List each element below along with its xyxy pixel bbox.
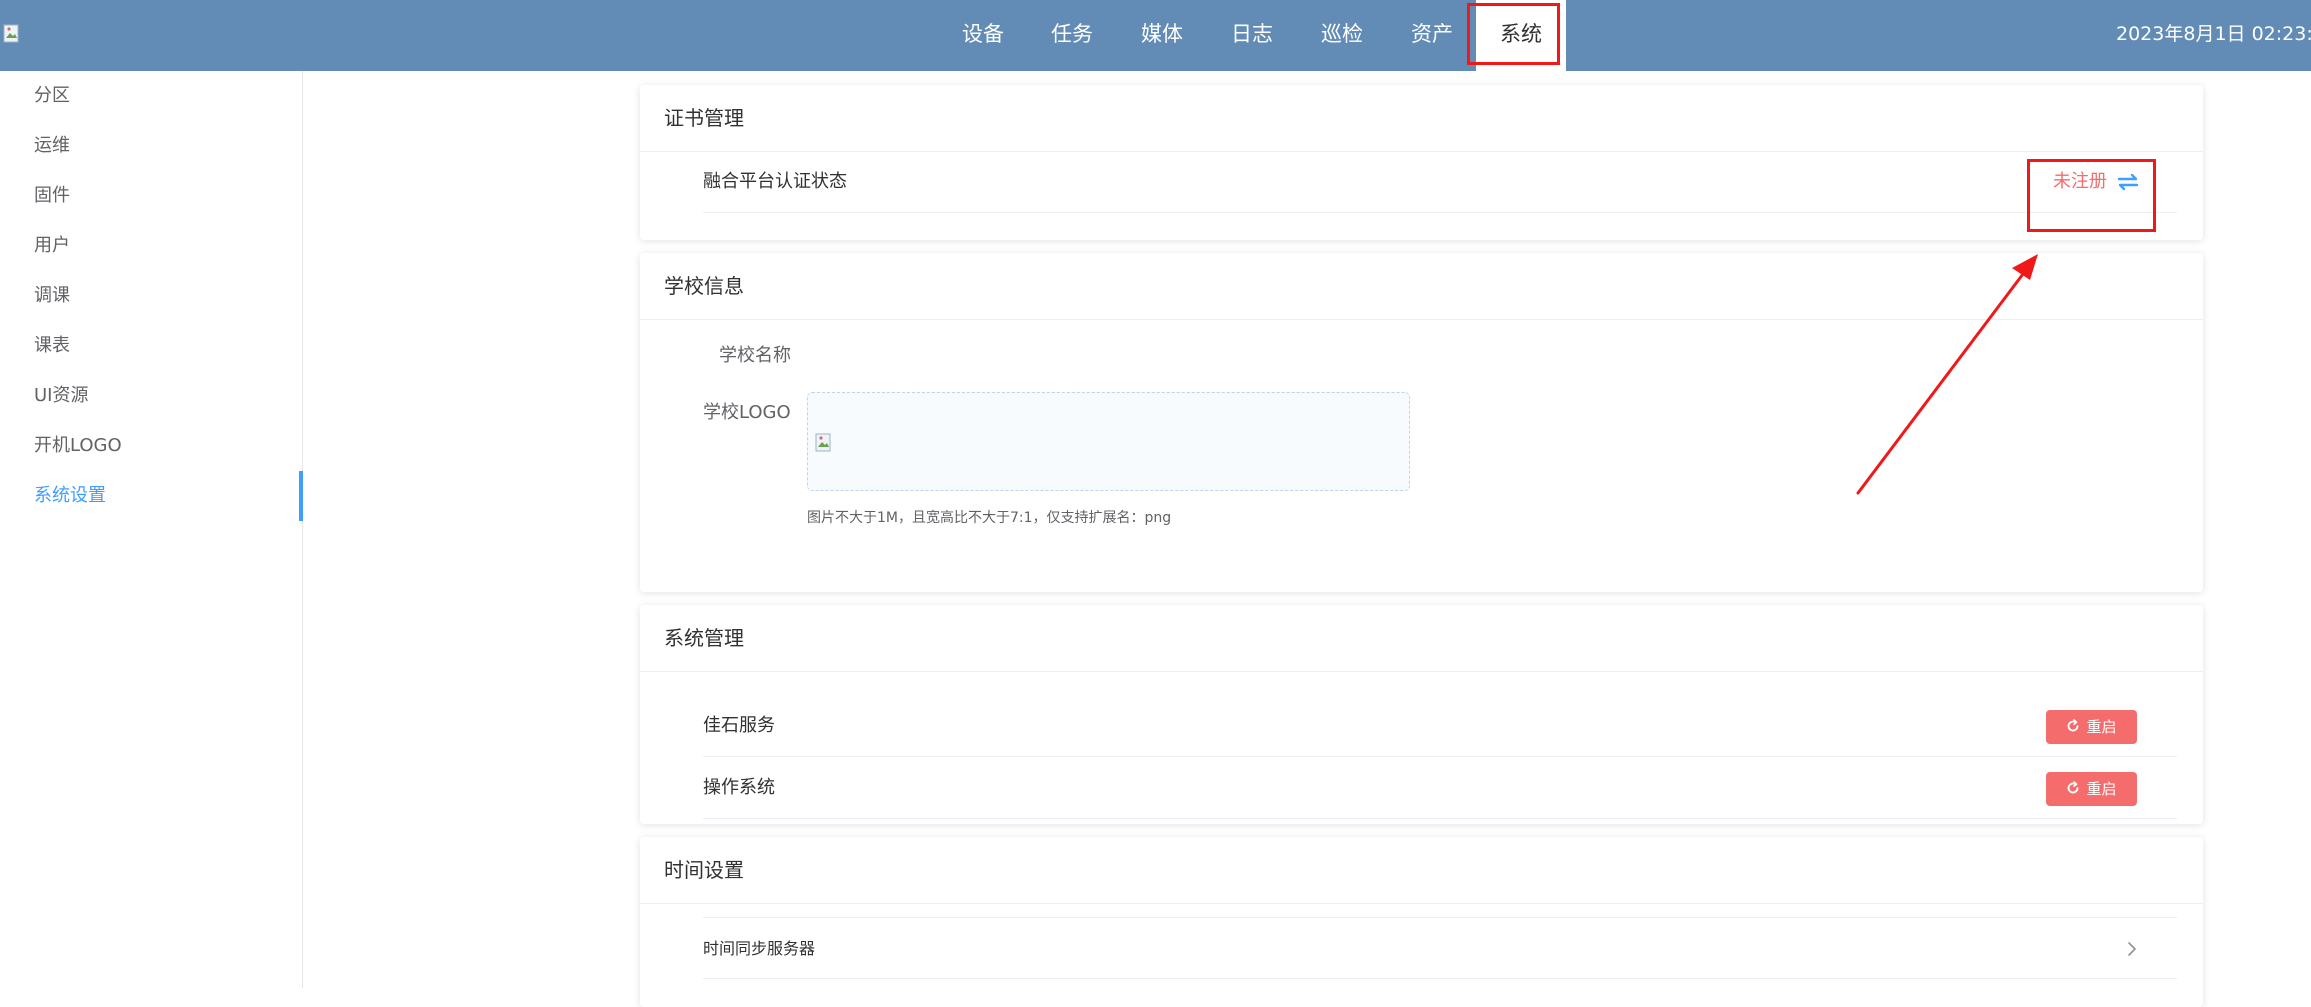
card-title: 学校信息 xyxy=(640,253,2203,320)
button-label: 重启 xyxy=(2086,718,2117,736)
chevron-right-icon xyxy=(2128,942,2136,956)
logo-broken-image-icon xyxy=(3,24,19,43)
sidebar-item-label: 系统设置 xyxy=(34,485,106,506)
sidebar-item-boot-logo[interactable]: 开机LOGO xyxy=(0,421,302,471)
school-name-label: 学校名称 xyxy=(719,345,791,366)
main-content: 证书管理 融合平台认证状态 未注册 学校信息 学校名称 学校LOGO 图片不大于… xyxy=(303,71,2311,1007)
sidebar-item-timetable[interactable]: 课表 xyxy=(0,321,302,371)
nav-inspection[interactable]: 巡检 xyxy=(1321,0,1363,71)
datetime-display: 2023年8月1日 02:23:5 xyxy=(2116,23,2311,45)
card-system-management: 系统管理 佳石服务 重启 操作系统 重启 xyxy=(640,605,2203,824)
sidebar: 分区 运维 固件 用户 调课 课表 UI资源 开机LOGO 系统设置 xyxy=(0,71,303,988)
refresh-icon xyxy=(2068,719,2079,732)
registration-status: 未注册 xyxy=(2053,171,2107,192)
refresh-icon xyxy=(2068,781,2079,794)
row-label: 时间同步服务器 xyxy=(703,939,816,958)
card-certificate: 证书管理 融合平台认证状态 未注册 xyxy=(640,85,2203,240)
button-label: 重启 xyxy=(2086,780,2117,798)
card-title: 证书管理 xyxy=(640,85,2203,152)
row-label: 佳石服务 xyxy=(703,715,775,736)
nav-task[interactable]: 任务 xyxy=(1051,0,1093,71)
sidebar-item-class-adjust[interactable]: 调课 xyxy=(0,271,302,321)
sidebar-item-ui-resources[interactable]: UI资源 xyxy=(0,371,302,421)
card-title: 时间设置 xyxy=(640,837,2203,904)
upload-hint: 图片不大于1M，且宽高比不大于7:1，仅支持扩展名：png xyxy=(807,510,1172,526)
nav-log[interactable]: 日志 xyxy=(1231,0,1273,71)
restart-service-button[interactable]: 重启 xyxy=(2046,710,2137,744)
row-label: 操作系统 xyxy=(703,777,775,798)
sidebar-item-maintenance[interactable]: 运维 xyxy=(0,121,302,171)
sidebar-item-partition[interactable]: 分区 xyxy=(0,71,302,121)
nav-device[interactable]: 设备 xyxy=(962,0,1004,71)
card-title: 系统管理 xyxy=(640,605,2203,672)
sidebar-item-users[interactable]: 用户 xyxy=(0,221,302,271)
os-row: 操作系统 重启 xyxy=(703,757,2177,819)
sidebar-item-system-settings[interactable]: 系统设置 xyxy=(0,471,303,521)
nav-media[interactable]: 媒体 xyxy=(1141,0,1183,71)
card-school-info: 学校信息 学校名称 学校LOGO 图片不大于1M，且宽高比不大于7:1，仅支持扩… xyxy=(640,253,2203,592)
nav-system[interactable]: 系统 xyxy=(1476,0,1566,71)
nav-assets[interactable]: 资产 xyxy=(1411,0,1453,71)
restart-os-button[interactable]: 重启 xyxy=(2046,772,2137,806)
logo-upload-area[interactable] xyxy=(807,392,1410,491)
card-time-settings: 时间设置 时间同步服务器 xyxy=(640,837,2203,1007)
service-row: 佳石服务 重启 xyxy=(703,695,2177,757)
broken-image-icon xyxy=(815,433,831,452)
sidebar-item-firmware[interactable]: 固件 xyxy=(0,171,302,221)
row-label: 融合平台认证状态 xyxy=(703,171,847,192)
cert-status-row: 融合平台认证状态 未注册 xyxy=(703,151,2177,213)
school-logo-label: 学校LOGO xyxy=(703,402,791,423)
time-sync-row[interactable]: 时间同步服务器 xyxy=(703,917,2177,979)
top-navigation-bar: 设备 任务 媒体 日志 巡检 资产 系统 2023年8月1日 02:23:5 xyxy=(0,0,2311,71)
switch-arrows-icon[interactable] xyxy=(2117,172,2139,192)
